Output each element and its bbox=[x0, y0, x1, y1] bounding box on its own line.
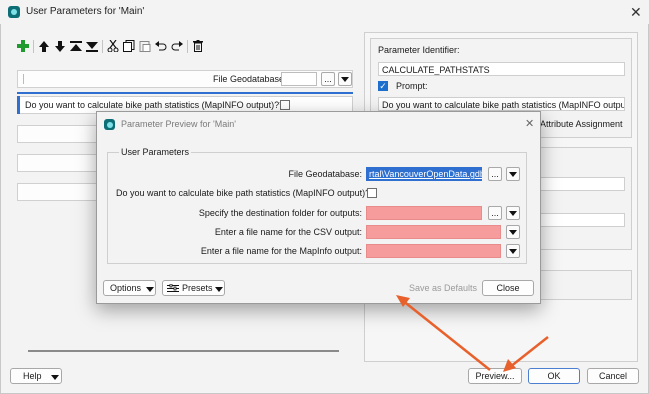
arrow-head-icon bbox=[503, 359, 516, 372]
annotation-arrows bbox=[396, 295, 549, 372]
arrow-line bbox=[401, 299, 491, 371]
arrow-line bbox=[509, 336, 549, 368]
